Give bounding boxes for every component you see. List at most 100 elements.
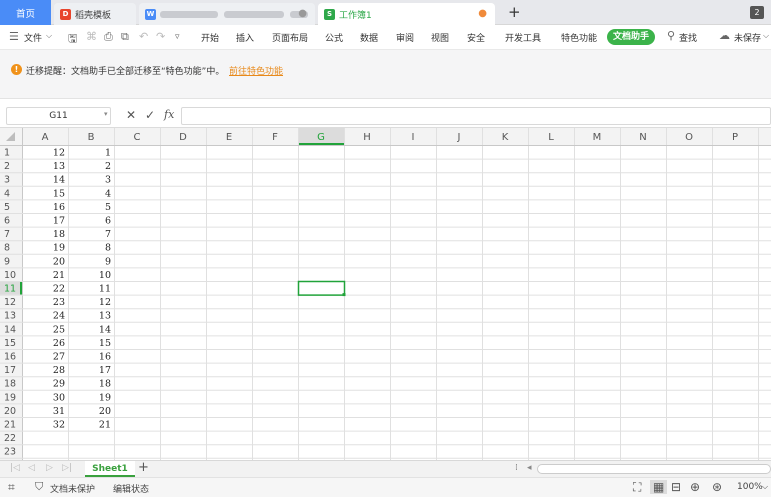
macro-icon[interactable]: ⌗ <box>8 480 15 495</box>
menu-data[interactable]: 数据 <box>360 31 378 44</box>
page-layout-view-icon[interactable]: ⊕ <box>690 480 700 494</box>
tab-home[interactable]: 首页 <box>0 0 51 25</box>
row-header-17[interactable]: 17 <box>4 365 16 376</box>
row-header-1[interactable]: 1 <box>4 148 10 159</box>
menu-security[interactable]: 安全 <box>467 31 485 44</box>
column-header-c[interactable]: C <box>134 132 141 143</box>
row-header-15[interactable]: 15 <box>4 338 16 349</box>
row-header-18[interactable]: 18 <box>4 379 16 390</box>
page-break-view-icon[interactable]: ⊟ <box>671 480 681 494</box>
cell-a11[interactable]: 22 <box>53 284 65 295</box>
row-header-14[interactable]: 14 <box>4 324 16 335</box>
column-header-g[interactable]: G <box>317 132 325 143</box>
cell-b4[interactable]: 4 <box>105 188 111 199</box>
print-icon[interactable]: ⎙ <box>104 30 113 44</box>
zoom-level[interactable]: 100% <box>737 482 763 492</box>
window-count-badge[interactable]: 2 <box>750 6 764 19</box>
active-cell[interactable] <box>297 280 346 296</box>
menu-features[interactable]: 特色功能 <box>561 31 597 44</box>
row-header-2[interactable]: 2 <box>4 161 10 172</box>
cell-b20[interactable]: 20 <box>99 406 111 417</box>
cell-b12[interactable]: 12 <box>99 297 111 308</box>
cancel-icon[interactable]: ✕ <box>126 108 136 122</box>
cell-b16[interactable]: 16 <box>99 352 111 363</box>
menu-formulas[interactable]: 公式 <box>325 31 343 44</box>
row-header-19[interactable]: 19 <box>4 392 16 403</box>
cell-a20[interactable]: 31 <box>53 406 65 417</box>
cell-b6[interactable]: 6 <box>105 216 111 227</box>
column-header-k[interactable]: K <box>502 132 509 143</box>
tab-docer-templates[interactable]: D 稻壳模板 <box>54 3 136 25</box>
cell-b10[interactable]: 10 <box>99 270 111 281</box>
chevron-down-icon[interactable]: ⌵ <box>763 31 769 41</box>
column-header-h[interactable]: H <box>363 132 371 143</box>
new-tab-button[interactable]: + <box>508 3 521 21</box>
protection-status[interactable]: 文档未保护 <box>50 482 95 495</box>
menu-page-layout[interactable]: 页面布局 <box>272 31 308 44</box>
cell-a16[interactable]: 27 <box>53 352 65 363</box>
undo-icon[interactable]: ↶ <box>139 30 148 43</box>
search-icon[interactable]: ⚲ <box>667 29 675 42</box>
cell-a5[interactable]: 16 <box>53 202 65 213</box>
column-header-m[interactable]: M <box>593 132 602 143</box>
unsaved-dot-icon[interactable]: ● <box>478 8 487 19</box>
row-header-16[interactable]: 16 <box>4 352 16 363</box>
cell-a17[interactable]: 28 <box>53 365 65 376</box>
cell-a7[interactable]: 18 <box>53 229 65 240</box>
row-header-12[interactable]: 12 <box>4 297 16 308</box>
column-header-f[interactable]: F <box>272 132 278 143</box>
menu-review[interactable]: 审阅 <box>396 31 414 44</box>
notice-link[interactable]: 前往特色功能 <box>229 64 283 77</box>
cell-a9[interactable]: 20 <box>53 256 65 267</box>
next-sheet-icon[interactable]: ▷ <box>46 463 53 473</box>
column-header-a[interactable]: A <box>42 132 49 143</box>
customize-icon[interactable]: ▿ <box>175 32 180 42</box>
cell-b3[interactable]: 3 <box>105 175 111 186</box>
cell-b7[interactable]: 7 <box>105 229 111 240</box>
column-header-l[interactable]: L <box>548 132 554 143</box>
cell-b2[interactable]: 2 <box>105 161 111 172</box>
menu-file[interactable]: 文件 <box>24 31 42 44</box>
last-sheet-icon[interactable]: ▷| <box>62 463 72 473</box>
menu-developer[interactable]: 开发工具 <box>505 31 541 44</box>
tab-close-icon[interactable]: ● <box>298 8 307 19</box>
cell-b13[interactable]: 13 <box>99 311 111 322</box>
formula-input[interactable] <box>181 107 771 125</box>
chevron-down-icon[interactable]: ▾ <box>104 110 108 118</box>
eye-protection-icon[interactable]: ⊛ <box>712 480 722 494</box>
add-sheet-button[interactable]: + <box>138 460 149 475</box>
column-header-p[interactable]: P <box>732 132 738 143</box>
cell-a12[interactable]: 23 <box>53 297 65 308</box>
doc-helper-button[interactable]: 文档助手 <box>607 29 655 45</box>
cell-a6[interactable]: 17 <box>53 216 65 227</box>
row-header-23[interactable]: 23 <box>4 447 16 458</box>
grid-canvas[interactable]: A B C D E F G H I J K L M N O P123456789101112131415161… <box>0 128 771 460</box>
row-header-4[interactable]: 4 <box>4 188 10 199</box>
row-header-9[interactable]: 9 <box>4 256 10 267</box>
cell-b15[interactable]: 15 <box>99 338 111 349</box>
cell-b17[interactable]: 17 <box>99 365 111 376</box>
cell-b21[interactable]: 21 <box>99 420 111 431</box>
column-header-j[interactable]: J <box>457 132 461 143</box>
column-header-o[interactable]: O <box>685 132 693 143</box>
save-status[interactable]: 未保存 <box>734 31 761 44</box>
row-header-11[interactable]: 11 <box>4 284 16 295</box>
tab-word-document[interactable]: W ● <box>139 3 315 25</box>
print-preview-icon[interactable]: ⧉ <box>121 30 129 44</box>
row-header-20[interactable]: 20 <box>4 406 16 417</box>
scroll-divider-icon[interactable]: ⁞ <box>515 463 518 473</box>
column-header-b[interactable]: B <box>88 132 95 143</box>
row-header-13[interactable]: 13 <box>4 311 16 322</box>
column-header-d[interactable]: D <box>179 132 187 143</box>
hamburger-icon[interactable]: ☰ <box>9 30 19 43</box>
save-icon[interactable]: 🖫 <box>68 30 77 49</box>
row-header-3[interactable]: 3 <box>4 175 10 186</box>
column-header-e[interactable]: E <box>226 132 232 143</box>
menu-insert[interactable]: 插入 <box>236 31 254 44</box>
horizontal-scrollbar[interactable] <box>537 464 771 474</box>
cell-a2[interactable]: 13 <box>53 161 65 172</box>
row-header-6[interactable]: 6 <box>4 216 10 227</box>
redo-icon[interactable]: ↷ <box>156 30 165 43</box>
cell-a4[interactable]: 15 <box>53 188 65 199</box>
sheet-tab-sheet1[interactable]: Sheet1 <box>85 461 135 477</box>
